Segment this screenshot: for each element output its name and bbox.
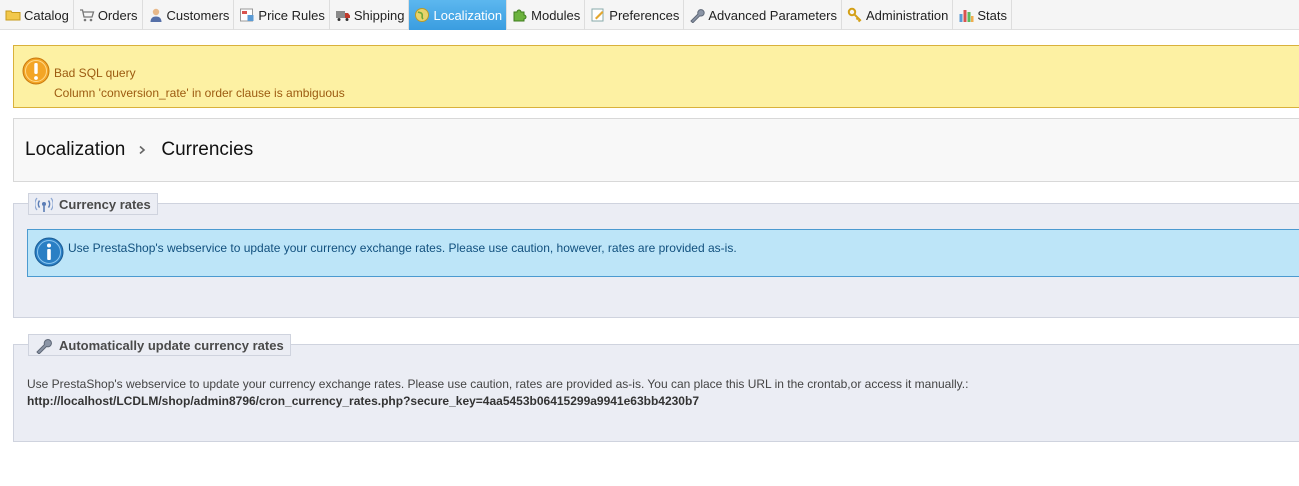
tab-modules[interactable]: Modules: [507, 0, 586, 30]
tab-price-rules[interactable]: Price Rules: [234, 0, 330, 30]
tab-label: Localization: [433, 7, 503, 23]
tab-label: Preferences: [609, 7, 680, 23]
error-message: Column 'conversion_rate' in order clause…: [54, 86, 345, 100]
warning-icon: [22, 57, 50, 85]
bar-chart-icon: [959, 10, 974, 22]
key-icon: [847, 7, 862, 23]
tab-catalog[interactable]: Catalog: [0, 0, 74, 30]
chevron-right-icon: [139, 145, 146, 155]
error-title: Bad SQL query: [54, 66, 136, 80]
info-icon: [34, 237, 64, 267]
auto-update-fieldset: Automatically update currency rates Use …: [13, 334, 1299, 442]
tab-label: Stats: [977, 7, 1007, 23]
tab-label: Shipping: [353, 7, 405, 23]
tab-administration[interactable]: Administration: [842, 0, 954, 30]
cron-url[interactable]: http://localhost/LCDLM/shop/admin8796/cr…: [27, 394, 699, 408]
tab-label: Customers: [166, 7, 230, 23]
tab-orders[interactable]: Orders: [74, 0, 143, 30]
tab-label: Administration: [866, 7, 949, 23]
cron-description: Use PrestaShop's webservice to update yo…: [27, 377, 969, 391]
cart-icon: [79, 9, 95, 22]
info-text: Use PrestaShop's webservice to update yo…: [68, 241, 737, 255]
tab-stats[interactable]: Stats: [953, 0, 1012, 30]
fieldset-legend: Currency rates: [28, 193, 158, 215]
main-menu: Catalog Orders Customers Price Rules Shi…: [0, 0, 1299, 30]
tab-advanced-parameters[interactable]: Advanced Parameters: [684, 0, 842, 30]
tab-label: Orders: [97, 7, 138, 23]
wrench-icon: [690, 9, 706, 23]
info-alert: Use PrestaShop's webservice to update yo…: [27, 229, 1299, 277]
price-tag-icon: [240, 8, 254, 22]
breadcrumb-parent[interactable]: Localization: [25, 139, 125, 161]
globe-icon: [415, 8, 430, 22]
legend-label: Currency rates: [59, 196, 151, 212]
user-icon: [150, 8, 162, 22]
tab-localization[interactable]: Localization: [409, 0, 508, 30]
folder-icon: [5, 10, 21, 21]
sql-error-alert: Bad SQL query Column 'conversion_rate' i…: [13, 45, 1299, 108]
tab-label: Price Rules: [258, 7, 325, 23]
tab-label: Modules: [531, 7, 581, 23]
legend-label: Automatically update currency rates: [59, 337, 284, 353]
puzzle-icon: [513, 9, 527, 22]
tab-label: Catalog: [24, 7, 69, 23]
fieldset-legend: Automatically update currency rates: [28, 334, 291, 356]
wrench-icon: [36, 339, 52, 354]
tab-customers[interactable]: Customers: [143, 0, 235, 30]
currency-rates-fieldset: Currency rates Use PrestaShop's webservi…: [13, 193, 1299, 318]
tab-shipping[interactable]: Shipping: [330, 0, 410, 30]
breadcrumb: Localization Currencies: [13, 118, 1299, 182]
tab-label: Advanced Parameters: [708, 7, 837, 23]
tab-preferences[interactable]: Preferences: [585, 0, 685, 30]
truck-icon: [335, 11, 350, 21]
breadcrumb-current: Currencies: [161, 139, 254, 160]
broadcast-icon: [35, 197, 53, 212]
preferences-icon: [591, 8, 604, 22]
